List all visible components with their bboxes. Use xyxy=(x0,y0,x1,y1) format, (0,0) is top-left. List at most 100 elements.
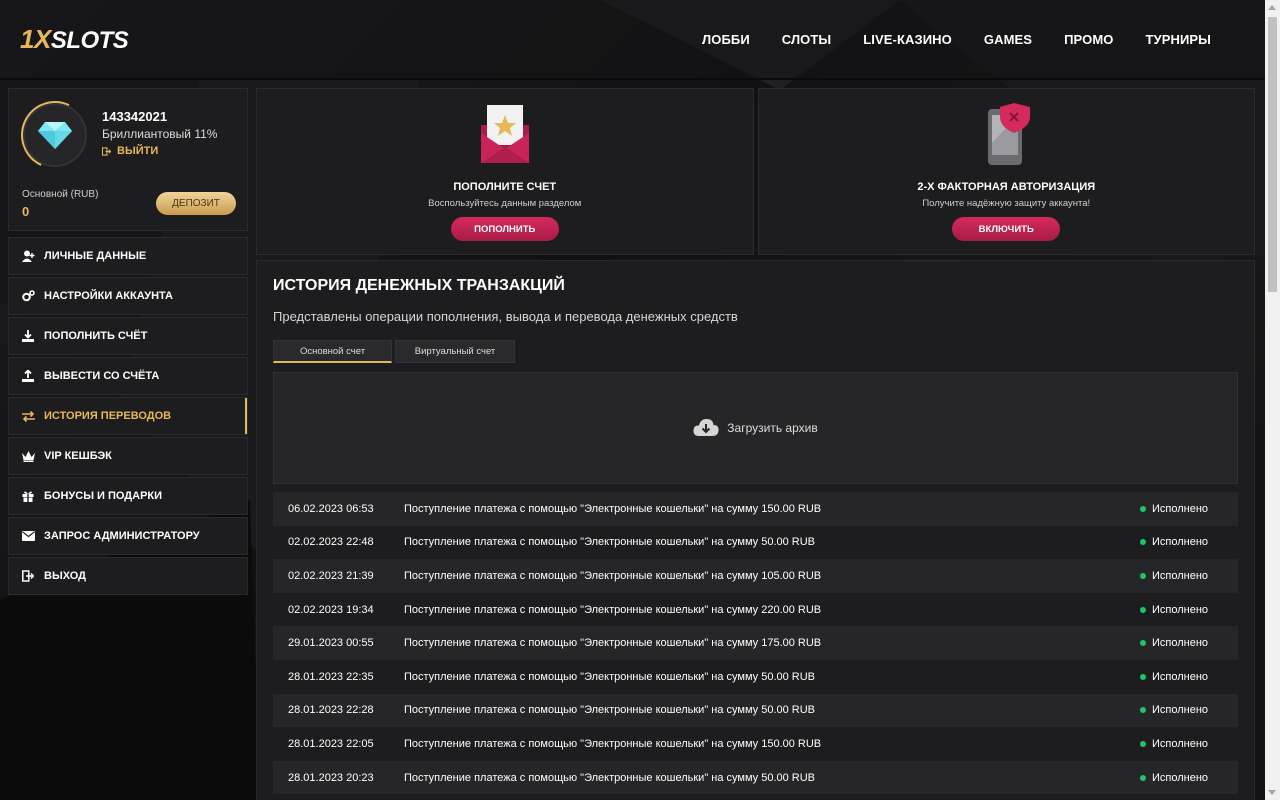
table-row[interactable]: 28.01.2023 22:28 Поступление платежа с по… xyxy=(273,693,1238,728)
level-progress-ring xyxy=(11,91,99,179)
gears-icon xyxy=(21,289,35,303)
logo-text: SLOTS xyxy=(50,26,129,54)
row-status: Исполнено xyxy=(1140,772,1238,784)
account-tabs: Основной счет Виртуальный счет xyxy=(273,340,1238,363)
table-row[interactable]: 28.01.2023 22:05 Поступление платежа с по… xyxy=(273,727,1238,761)
tab-main-account[interactable]: Основной счет xyxy=(273,340,392,363)
menu-label: ПОПОЛНИТЬ СЧЁТ xyxy=(44,330,148,342)
menu-item-vip-cashback[interactable]: VIP КЕШБЭК xyxy=(8,437,248,475)
row-description: Поступление платежа с помощью "Электронн… xyxy=(404,704,816,717)
envelope-star-icon xyxy=(480,105,529,163)
menu-item-bonuses[interactable]: БОНУСЫ И ПОДАРКИ xyxy=(8,477,248,515)
status-label: Исполнено xyxy=(1152,637,1209,650)
status-dot-icon xyxy=(1140,505,1146,512)
status-dot-icon xyxy=(1140,740,1146,747)
upload-icon xyxy=(21,369,35,383)
twofa-card: 2-Х ФАКТОРНАЯ АВТОРИЗАЦИЯ Получите надёж… xyxy=(757,88,1255,255)
status-dot-icon xyxy=(1140,572,1146,579)
twofa-card-subtitle: Получите надёжную защиту аккаунта! xyxy=(922,198,1091,209)
nav-live-casino[interactable]: LIVE-КАЗИНО xyxy=(847,32,968,47)
nav-lobby[interactable]: ЛОББИ xyxy=(686,32,766,47)
nav-games[interactable]: GAMES xyxy=(968,32,1048,47)
status-dot-icon xyxy=(1140,774,1146,781)
transaction-list: 06.02.2023 06:53 Поступление платежа с по… xyxy=(273,492,1238,795)
crown-icon xyxy=(21,449,35,463)
status-label: Исполнено xyxy=(1152,603,1209,616)
row-status: Исполнено xyxy=(1140,671,1238,683)
balance-value: 0 xyxy=(22,204,30,219)
status-dot-icon xyxy=(1140,539,1146,546)
row-status: Исполнено xyxy=(1140,704,1238,716)
row-date: 28.01.2023 22:35 xyxy=(288,670,374,683)
menu-label: БОНУСЫ И ПОДАРКИ xyxy=(44,490,163,502)
menu-label: ИСТОРИЯ ПЕРЕВОДОВ xyxy=(44,410,172,422)
row-status: Исполнено xyxy=(1140,503,1238,515)
table-row[interactable]: 02.02.2023 22:48 Поступление платежа с по… xyxy=(273,525,1238,560)
row-status: Исполнено xyxy=(1140,570,1238,582)
row-description: Поступление платежа с помощью "Электронн… xyxy=(404,737,822,750)
table-row[interactable]: 28.01.2023 22:35 Поступление платежа с по… xyxy=(273,659,1238,694)
deposit-button[interactable]: ДЕПОЗИТ xyxy=(156,192,236,215)
menu-label: ЛИЧНЫЕ ДАННЫЕ xyxy=(44,250,147,262)
table-row[interactable]: 02.02.2023 19:34 Поступление платежа с по… xyxy=(273,592,1238,627)
transaction-history: ИСТОРИЯ ДЕНЕЖНЫХ ТРАНЗАКЦИЙ Представлены… xyxy=(256,260,1255,800)
row-date: 28.01.2023 20:23 xyxy=(288,771,374,784)
menu-item-account-settings[interactable]: НАСТРОЙКИ АККАУНТА xyxy=(8,277,248,315)
scroll-down-arrow[interactable] xyxy=(1268,790,1276,795)
gift-icon xyxy=(21,489,35,503)
menu-item-transfer-history[interactable]: ИСТОРИЯ ПЕРЕВОДОВ xyxy=(8,397,248,435)
deposit-card: ПОПОЛНИТЕ СЧЕТ Воспользуйтесь данным раз… xyxy=(256,88,754,255)
download-icon xyxy=(21,329,35,343)
top-up-button[interactable]: ПОПОЛНИТЬ xyxy=(450,217,559,241)
scrollbar-thumb[interactable] xyxy=(1268,17,1277,292)
archive-label: Загрузить архив xyxy=(727,421,818,435)
logout-link[interactable]: ВЫЙТИ xyxy=(102,145,158,157)
scrollbar[interactable] xyxy=(1265,0,1280,800)
nav-promo[interactable]: ПРОМО xyxy=(1048,32,1129,47)
user-add-icon xyxy=(21,249,35,263)
row-date: 06.02.2023 06:53 xyxy=(288,502,374,515)
row-status: Исполнено xyxy=(1140,637,1238,649)
nav-tournaments[interactable]: ТУРНИРЫ xyxy=(1129,32,1227,47)
status-label: Исполнено xyxy=(1152,502,1209,515)
envelope-icon xyxy=(21,529,35,543)
download-archive-button[interactable]: Загрузить архив xyxy=(273,372,1238,484)
transfer-icon xyxy=(21,409,35,423)
table-row[interactable]: 06.02.2023 06:53 Поступление платежа с по… xyxy=(273,492,1238,526)
promo-cards: ПОПОЛНИТЕ СЧЕТ Воспользуйтесь данным раз… xyxy=(256,88,1255,255)
history-description: Представлены операции пополнения, вывода… xyxy=(273,309,738,324)
sidebar: 143342021 Бриллиантовый 11% ВЫЙТИ Основн… xyxy=(8,88,248,597)
logout-label: ВЫЙТИ xyxy=(117,145,159,157)
deposit-card-title: ПОПОЛНИТЕ СЧЕТ xyxy=(453,181,557,193)
scroll-up-arrow[interactable] xyxy=(1268,5,1276,10)
menu-item-admin-request[interactable]: ЗАПРОС АДМИНИСТРАТОРУ xyxy=(8,517,248,555)
nav-slots[interactable]: СЛОТЫ xyxy=(766,32,847,47)
status-label: Исполнено xyxy=(1152,704,1209,717)
row-description: Поступление платежа с помощью "Электронн… xyxy=(404,603,822,616)
row-date: 02.02.2023 22:48 xyxy=(288,536,374,549)
row-description: Поступление платежа с помощью "Электронн… xyxy=(404,670,816,683)
status-label: Исполнено xyxy=(1152,569,1209,582)
row-status: Исполнено xyxy=(1140,604,1238,616)
status-label: Исполнено xyxy=(1152,536,1209,549)
menu-label: ЗАПРОС АДМИНИСТРАТОРУ xyxy=(44,530,200,542)
menu-item-withdraw[interactable]: ВЫВЕСТИ СО СЧЁТА xyxy=(8,357,248,395)
menu-label: ВЫВЕСТИ СО СЧЁТА xyxy=(44,370,160,382)
vip-level: Бриллиантовый 11% xyxy=(102,127,218,141)
status-label: Исполнено xyxy=(1152,670,1209,683)
status-dot-icon xyxy=(1140,673,1146,680)
status-label: Исполнено xyxy=(1152,771,1209,784)
site-logo[interactable]: 1X SLOTS xyxy=(20,24,129,55)
table-row[interactable]: 28.01.2023 20:23 Поступление платежа с по… xyxy=(273,760,1238,795)
row-description: Поступление платежа с помощью "Электронн… xyxy=(404,637,822,650)
enable-2fa-button[interactable]: ВКЛЮЧИТЬ xyxy=(952,217,1061,241)
table-row[interactable]: 02.02.2023 21:39 Поступление платежа с по… xyxy=(273,559,1238,593)
row-description: Поступление платежа с помощью "Электронн… xyxy=(404,569,822,582)
menu-item-personal-data[interactable]: ЛИЧНЫЕ ДАННЫЕ xyxy=(8,237,248,275)
menu-item-deposit[interactable]: ПОПОЛНИТЬ СЧЁТ xyxy=(8,317,248,355)
menu-item-exit[interactable]: ВЫХОД xyxy=(8,557,248,595)
row-status: Исполнено xyxy=(1140,536,1238,548)
tab-virtual-account[interactable]: Виртуальный счет xyxy=(395,340,515,363)
table-row[interactable]: 29.01.2023 00:55 Поступление платежа с по… xyxy=(273,626,1238,660)
row-description: Поступление платежа с помощью "Электронн… xyxy=(404,771,816,784)
